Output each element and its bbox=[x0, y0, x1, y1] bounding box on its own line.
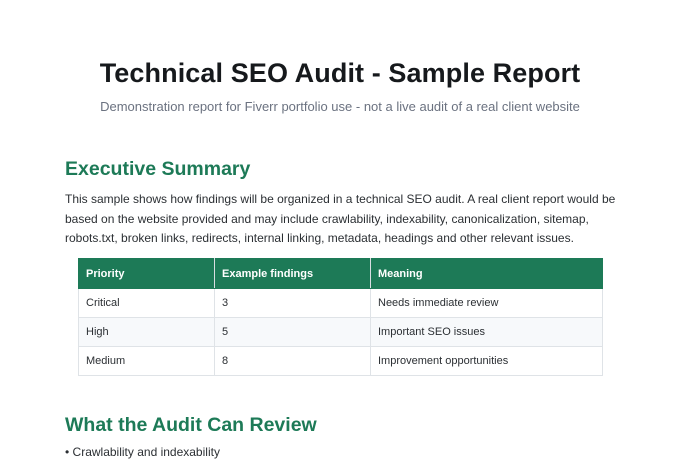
table-row: Medium 8 Improvement opportunities bbox=[78, 346, 603, 376]
report-subtitle: Demonstration report for Fiverr portfoli… bbox=[100, 99, 580, 114]
column-header-example-findings: Example findings bbox=[214, 258, 371, 289]
report-title: Technical SEO Audit - Sample Report bbox=[99, 58, 581, 88]
list-item: • Crawlability and indexability bbox=[65, 445, 220, 459]
meaning-cell: Important SEO issues bbox=[370, 317, 603, 347]
findings-count-cell: 5 bbox=[214, 317, 371, 347]
table-row: High 5 Important SEO issues bbox=[78, 317, 603, 347]
priority-cell: High bbox=[78, 317, 215, 347]
executive-summary-heading: Executive Summary bbox=[65, 158, 251, 180]
table-header-row: Priority Example findings Meaning bbox=[78, 258, 603, 289]
priority-table: Priority Example findings Meaning Critic… bbox=[78, 258, 603, 376]
column-header-meaning: Meaning bbox=[370, 258, 603, 289]
meaning-cell: Needs immediate review bbox=[370, 288, 603, 318]
findings-count-cell: 8 bbox=[214, 346, 371, 376]
executive-summary-text: This sample shows how findings will be o… bbox=[65, 192, 616, 245]
priority-cell: Medium bbox=[78, 346, 215, 376]
audit-review-heading: What the Audit Can Review bbox=[65, 414, 317, 436]
findings-count-cell: 3 bbox=[214, 288, 371, 318]
report-page: Technical SEO Audit - Sample Report Demo… bbox=[0, 0, 680, 459]
column-header-priority: Priority bbox=[78, 258, 215, 289]
priority-cell: Critical bbox=[78, 288, 215, 318]
table-row: Critical 3 Needs immediate review bbox=[78, 288, 603, 318]
meaning-cell: Improvement opportunities bbox=[370, 346, 603, 376]
